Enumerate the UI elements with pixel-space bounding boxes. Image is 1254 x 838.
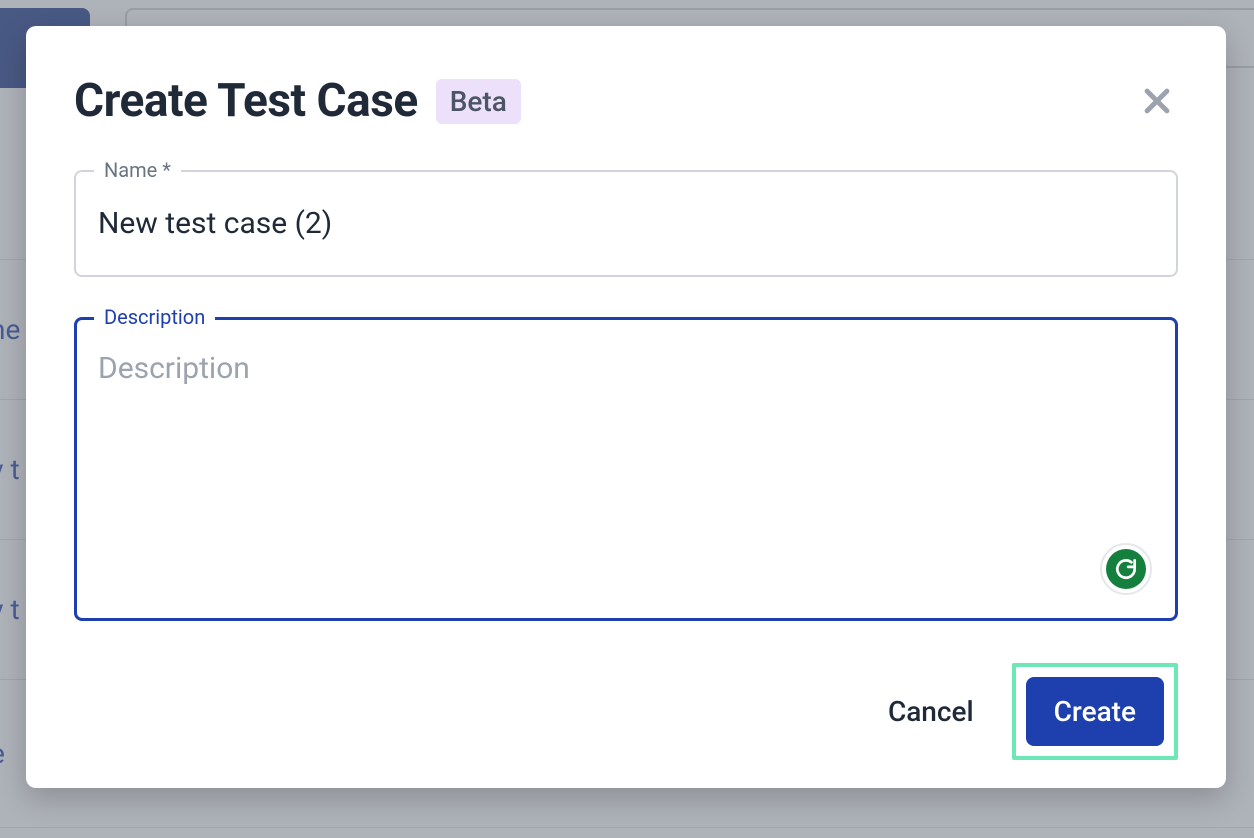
create-button-highlight: Create: [1012, 663, 1178, 760]
grammarly-badge[interactable]: [1100, 543, 1152, 595]
modal-footer: Cancel Create: [74, 663, 1178, 760]
modal-title-wrap: Create Test Case Beta: [74, 74, 521, 128]
modal-header: Create Test Case Beta: [74, 74, 1178, 128]
close-icon: [1140, 84, 1174, 118]
name-field: Name *: [74, 170, 1178, 277]
create-button[interactable]: Create: [1026, 677, 1164, 746]
cancel-button[interactable]: Cancel: [878, 681, 984, 742]
grammarly-icon: [1106, 549, 1146, 589]
name-field-label: Name *: [94, 158, 181, 182]
description-field-label: Description: [94, 305, 215, 329]
close-button[interactable]: [1136, 80, 1178, 122]
description-field: Description: [74, 317, 1178, 621]
modal-title: Create Test Case: [74, 74, 418, 128]
name-input[interactable]: [74, 170, 1178, 277]
beta-badge: Beta: [436, 79, 521, 124]
create-test-case-modal: Create Test Case Beta Name * Description: [26, 26, 1226, 788]
description-textarea[interactable]: [74, 317, 1178, 617]
